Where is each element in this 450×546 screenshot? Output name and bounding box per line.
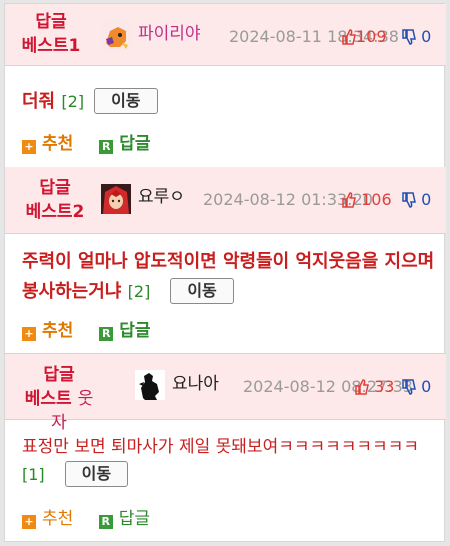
recommend-label: 추천 (42, 321, 74, 341)
comment-body: 표정만 보면 퇴마사가 제일 못돼보여ㅋㅋㅋㅋㅋㅋㅋㅋㅋ [1] 이동 + 추천 R… (5, 421, 446, 541)
comment-text-content: 표정만 보면 퇴마사가 제일 못돼보여ㅋㅋㅋㅋㅋㅋㅋㅋㅋ (22, 437, 419, 457)
upvote-button[interactable]: 109 (342, 26, 387, 51)
best-reply-list: 답글 베스트1 파이리야 2024-08-11 18:34:38 109 0 더… (4, 3, 446, 542)
reply-r-icon: R (99, 140, 114, 154)
badge-line1: 답글 (35, 12, 67, 32)
reply-label: 답글 (119, 321, 151, 341)
badge-line1: 답글 (43, 365, 75, 385)
badge-line2: 베스트2 (25, 202, 85, 222)
comment-actions: + 추천 R 답글 (22, 320, 170, 342)
reply-count[interactable]: [2] (128, 282, 151, 301)
best-reply-badge: 답글 베스트2 (19, 176, 91, 224)
downvote-button[interactable]: 0 (402, 189, 431, 214)
badge-line2: 베스트 (24, 389, 72, 409)
best-reply-badge: 답글 베스트1 (15, 10, 87, 58)
upvote-count: 106 (361, 190, 392, 209)
thumbs-up-icon (342, 29, 356, 51)
comment-actions: + 추천 R 답글 (22, 508, 170, 530)
nickname[interactable]: 요루ㅇ (138, 186, 185, 208)
downvote-count: 0 (421, 377, 432, 396)
plus-icon: + (22, 515, 36, 529)
badge-line2: 베스트1 (21, 36, 81, 56)
move-button[interactable]: 이동 (170, 278, 234, 304)
recommend-button[interactable]: + 추천 (22, 133, 73, 155)
upvote-button[interactable]: 106 (342, 189, 392, 214)
reply-label: 답글 (119, 134, 151, 154)
thumbs-down-icon (402, 29, 416, 51)
move-button[interactable]: 이동 (94, 88, 158, 114)
recommend-button[interactable]: + 추천 (22, 320, 73, 342)
thumbs-down-icon (402, 379, 416, 401)
reply-r-icon: R (98, 515, 113, 529)
downvote-button[interactable]: 0 (402, 26, 431, 51)
upvote-button[interactable]: 33 (355, 376, 394, 401)
upvote-count: 109 (356, 27, 387, 46)
recommend-label: 추천 (42, 509, 74, 529)
reply-button[interactable]: R 답글 (98, 508, 150, 530)
comment-body: 주력이 얼마나 압도적이면 악령들이 억지웃음을 지으며 봉사하는거냐 [2] 이… (5, 235, 446, 353)
downvote-count: 0 (421, 27, 432, 46)
thumbs-up-icon (355, 379, 369, 401)
nickname[interactable]: 요나아 (172, 373, 219, 395)
recommend-button[interactable]: + 추천 (22, 508, 73, 530)
downvote-button[interactable]: 0 (402, 376, 431, 401)
reply-r-icon: R (99, 327, 114, 341)
plus-icon: + (22, 140, 36, 154)
comment-text: 더줘 [2] 이동 (22, 87, 158, 117)
red-hair-girl-avatar-icon[interactable] (101, 184, 131, 214)
comment-text: 주력이 얼마나 압도적이면 악령들이 억지웃음을 지으며 봉사하는거냐 [2] 이… (22, 247, 437, 307)
reply-count[interactable]: [2] (61, 92, 84, 111)
move-button[interactable]: 이동 (64, 461, 129, 487)
comment-header: 답글 베스트 웃자 요나아 2024-08-12 08:27:33 33 0 (5, 353, 446, 433)
charmander-avatar-icon[interactable] (102, 21, 132, 51)
nickname[interactable]: 파이리야 (138, 23, 201, 45)
thumbs-up-icon (342, 192, 356, 214)
comment-header: 답글 베스트2 요루ㅇ 2024-08-12 01:33:20 106 0 (5, 167, 446, 234)
upvote-count: 33 (374, 377, 395, 396)
black-silhouette-avatar-icon[interactable] (135, 370, 165, 400)
downvote-count: 0 (421, 190, 432, 209)
plus-icon: + (22, 327, 36, 341)
comment-actions: + 추천 R 답글 (22, 133, 170, 155)
comment-body: 더줘 [2] 이동 + 추천 R 답글 (5, 67, 446, 167)
comment-text-content: 더줘 (22, 91, 56, 112)
badge-line1: 답글 (39, 178, 71, 198)
thumbs-down-icon (402, 192, 416, 214)
reply-button[interactable]: R 답글 (99, 133, 150, 155)
reply-button[interactable]: R 답글 (99, 320, 150, 342)
comment-header: 답글 베스트1 파이리야 2024-08-11 18:34:38 109 0 (5, 4, 446, 66)
reply-label: 답글 (118, 509, 150, 529)
comment-text: 표정만 보면 퇴마사가 제일 못돼보여ㅋㅋㅋㅋㅋㅋㅋㅋㅋ [1] 이동 (22, 433, 434, 489)
reply-count[interactable]: [1] (22, 465, 45, 484)
recommend-label: 추천 (42, 134, 74, 154)
